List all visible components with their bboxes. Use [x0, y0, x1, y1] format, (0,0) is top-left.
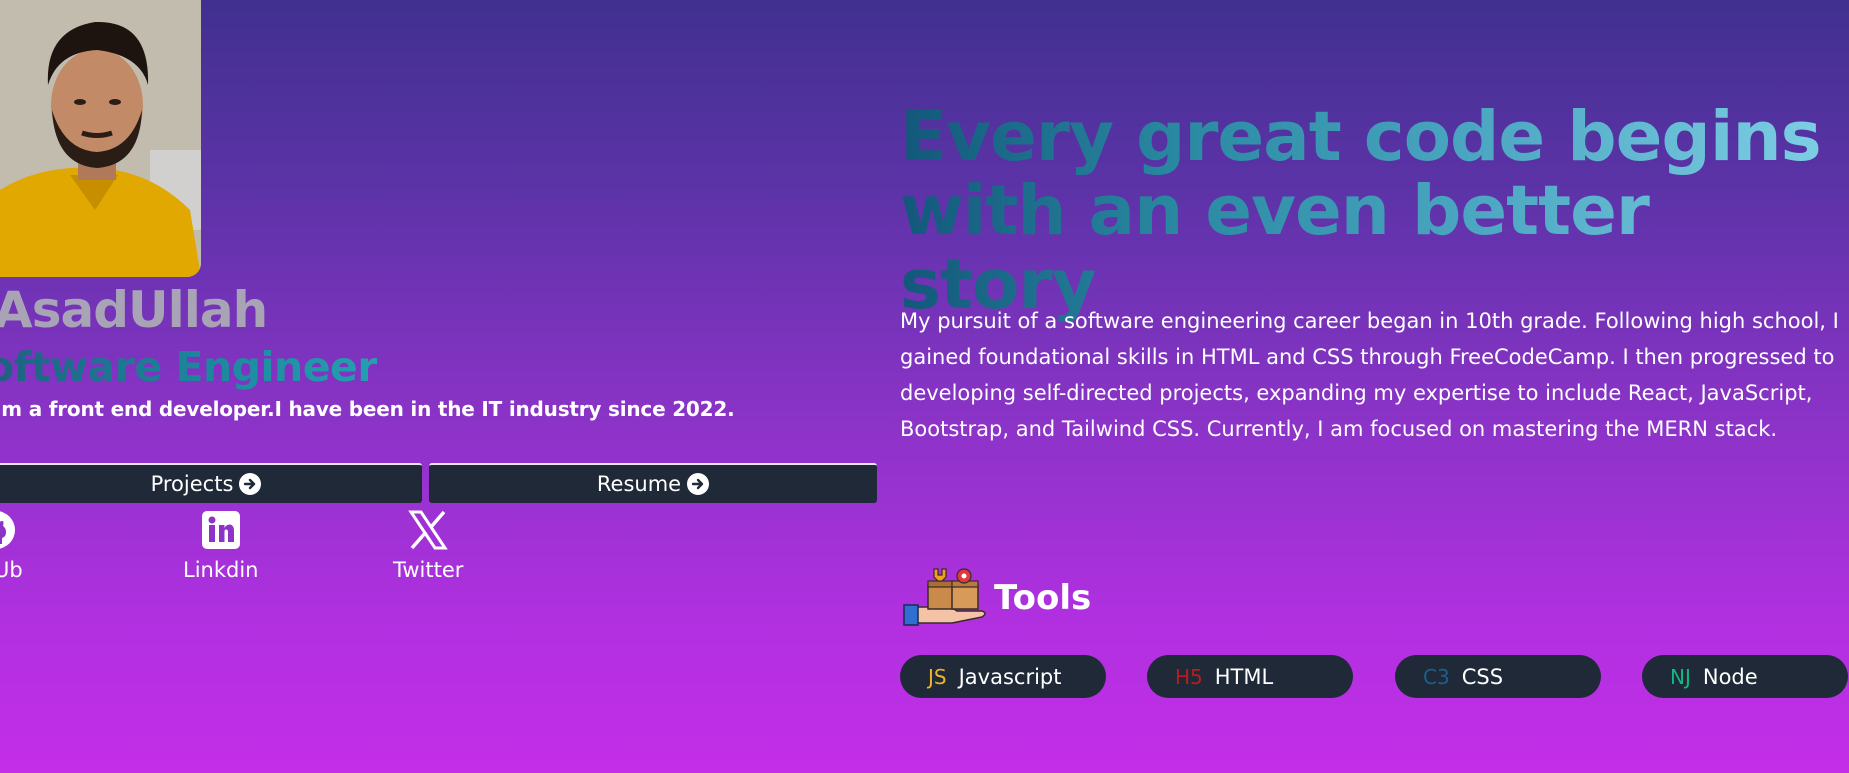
x-twitter-icon: [406, 508, 450, 552]
linkedin-label: Linkdin: [183, 558, 259, 582]
tool-pill-javascript[interactable]: JS Javascript: [900, 655, 1106, 698]
toolbox-icon: [902, 567, 990, 629]
hero-headline: Every great code begins with an even bet…: [900, 100, 1840, 322]
arrow-right-circle-icon: [687, 473, 710, 495]
github-link[interactable]: tHUb: [0, 508, 23, 582]
profile-photo: [0, 0, 201, 277]
tool-label: Node: [1702, 664, 1758, 689]
twitter-label: Twitter: [393, 558, 464, 582]
github-icon: [0, 508, 18, 552]
twitter-link[interactable]: Twitter: [393, 508, 463, 582]
tool-pill-css[interactable]: C3 CSS: [1395, 655, 1601, 698]
css3-icon: C3: [1423, 664, 1450, 689]
tools-heading: Tools: [902, 567, 1091, 629]
hero-story: My pursuit of a software engineering car…: [900, 309, 1839, 441]
tool-label: Javascript: [958, 664, 1062, 689]
tool-label: CSS: [1461, 664, 1504, 689]
tool-pill-html[interactable]: H5 HTML: [1147, 655, 1353, 698]
profile-intro: am a front end developer.I have been in …: [0, 397, 735, 421]
tools-title: Tools: [994, 578, 1092, 618]
javascript-icon: JS: [928, 664, 947, 689]
profile-role: oftware Engineer: [0, 342, 378, 392]
hero-headline-line1: Every great code begins: [900, 97, 1821, 177]
tool-pill-node[interactable]: NJ Node: [1642, 655, 1848, 698]
projects-button[interactable]: Projects: [0, 463, 422, 503]
linkedin-link[interactable]: Linkdin: [183, 508, 258, 582]
projects-button-label: Projects: [150, 472, 234, 496]
github-label: tHUb: [0, 558, 23, 582]
tool-label: HTML: [1214, 664, 1274, 689]
resume-button-label: Resume: [596, 472, 682, 496]
arrow-right-circle-icon: [239, 473, 262, 495]
resume-button[interactable]: Resume: [429, 463, 877, 503]
html5-icon: H5: [1175, 664, 1203, 689]
hero-headline-line2: with an even better story: [900, 171, 1649, 325]
profile-name: AsadUllah: [0, 281, 268, 339]
nodejs-icon: NJ: [1670, 664, 1691, 689]
linkedin-icon: [199, 508, 243, 552]
